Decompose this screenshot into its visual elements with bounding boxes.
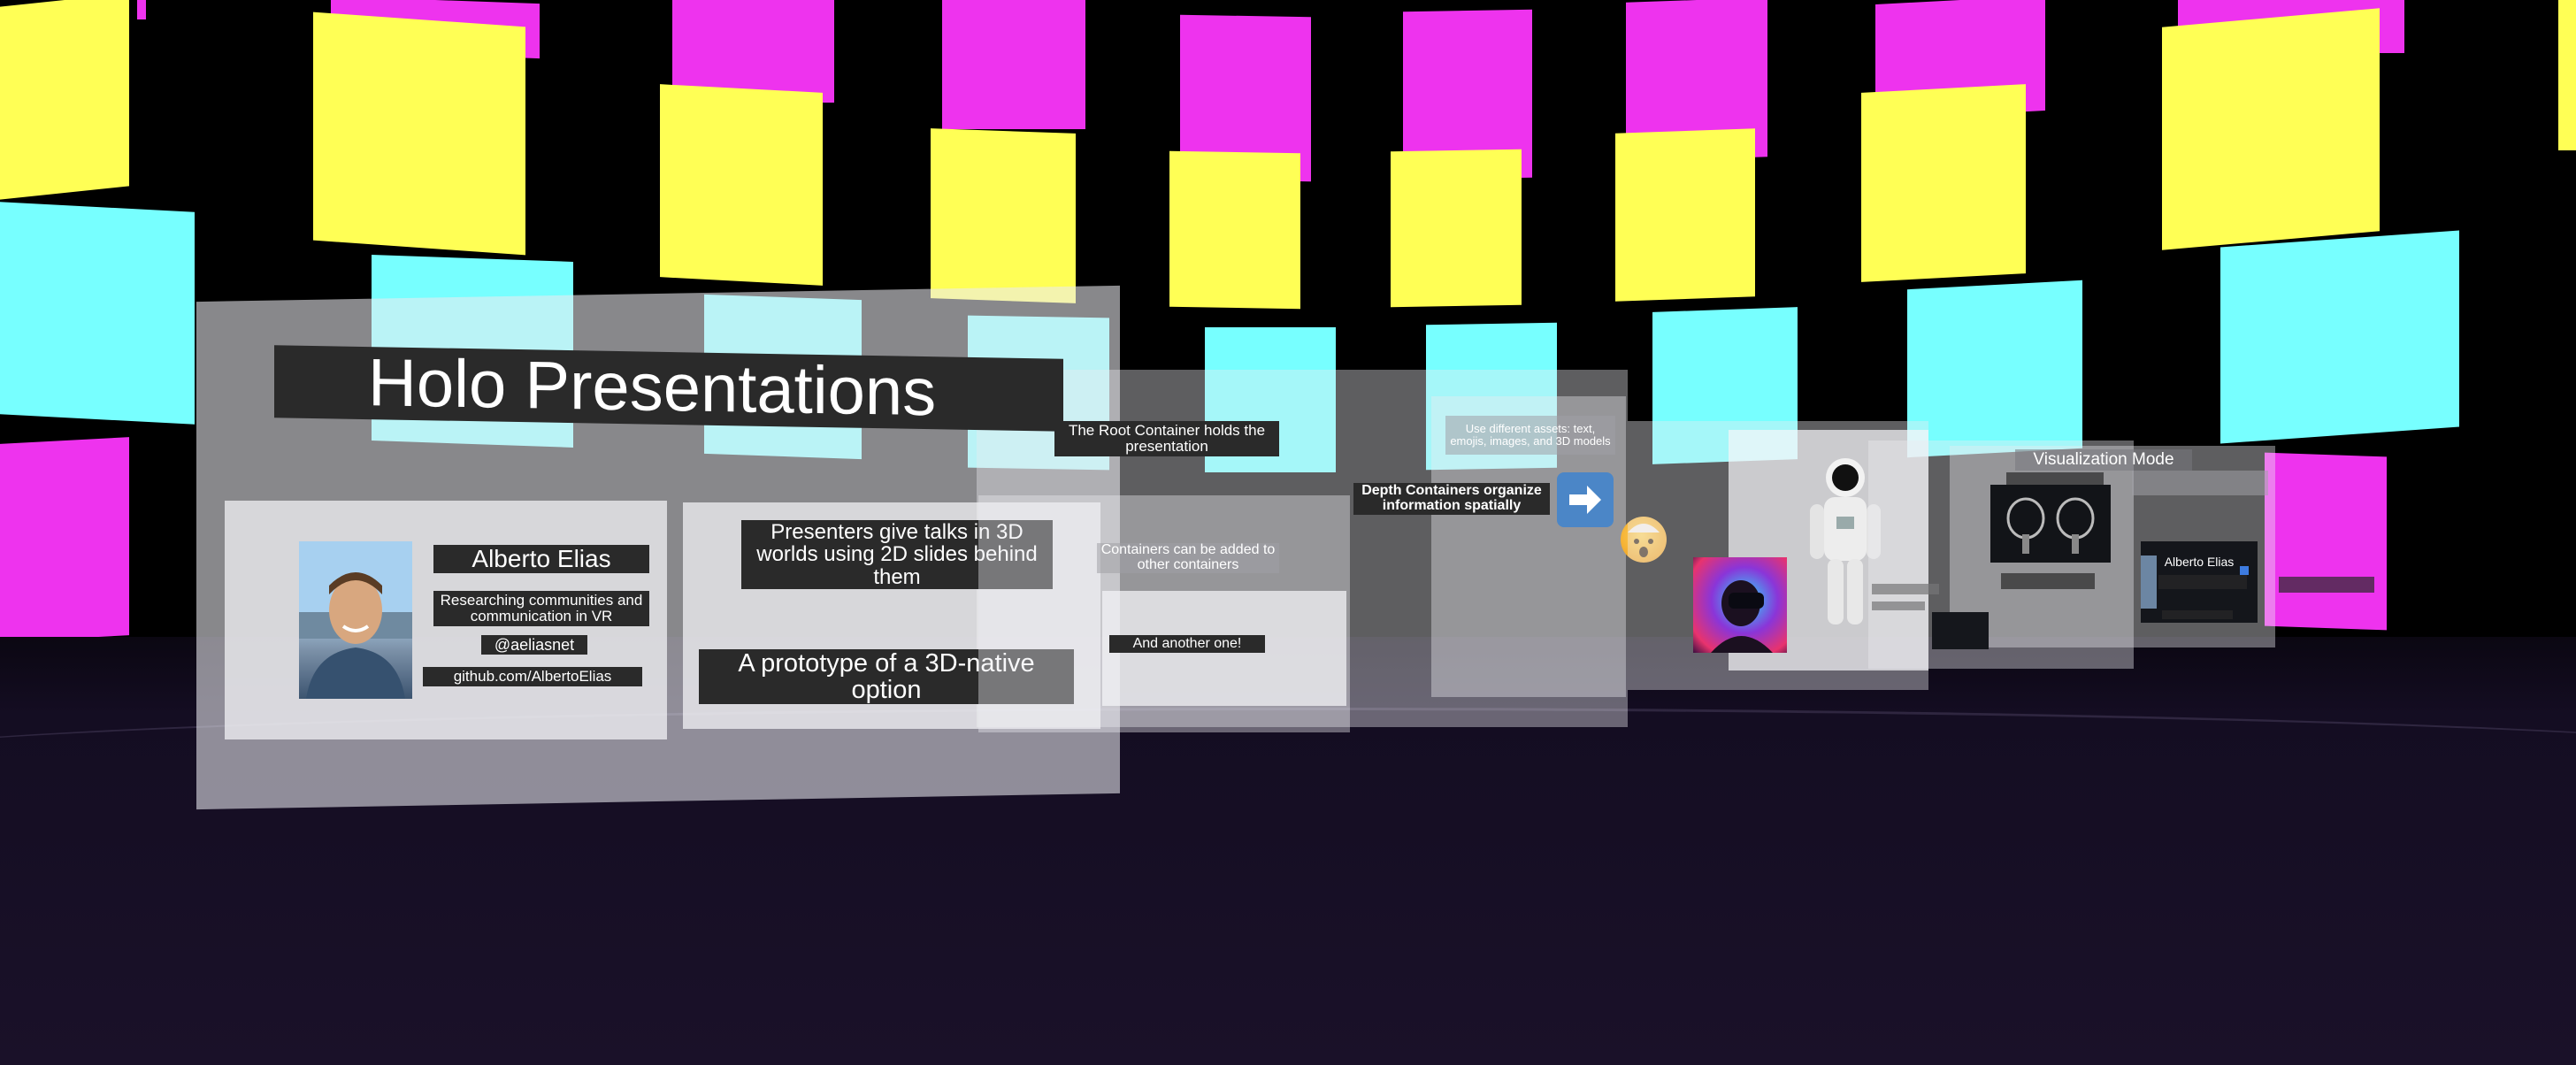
another-label: And another one! — [1109, 635, 1265, 653]
vr-user-silhouette-icon — [1711, 580, 1773, 653]
far-speaker-caption — [2162, 610, 2233, 619]
wall-tile — [1615, 128, 1755, 302]
presentation-title: Holo Presentations — [274, 345, 1063, 432]
wall-tile — [0, 0, 129, 200]
speaker-name-text: Alberto Elias — [472, 545, 611, 573]
wall-tile — [2162, 8, 2380, 250]
wall-tile — [942, 0, 1085, 129]
speaker-name: Alberto Elias — [433, 545, 649, 573]
far-blue-marker — [2240, 566, 2249, 575]
speaker-github-link[interactable]: github.com/AlbertoElias — [423, 667, 642, 686]
assets-label: Use different assets: text, emojis, imag… — [1445, 416, 1615, 455]
speaker-handle-text: @aeliasnet — [494, 635, 575, 654]
far-caption — [2279, 577, 2374, 593]
wall-tile — [2220, 230, 2459, 444]
vr-headset-image-icon — [1693, 557, 1787, 653]
wall-tile — [137, 0, 146, 19]
wall-tile — [0, 437, 129, 642]
far-speaker-caption — [2158, 575, 2247, 589]
root-container-text: The Root Container holds the presentatio… — [1068, 422, 1266, 455]
wall-tile — [0, 202, 195, 425]
far-speaker-name: Alberto Elias — [2153, 554, 2245, 570]
wall-tile — [931, 128, 1076, 303]
presentation-title-text: Holo Presentations — [368, 345, 937, 431]
wall-tile — [660, 84, 823, 286]
wall-tile — [2558, 0, 2576, 150]
visualization-caption — [2132, 471, 2268, 495]
wall-tile — [313, 11, 525, 256]
visualization-mode-title: Visualization Mode — [2015, 449, 2192, 471]
containers-nested-text: Containers can be added to other contain… — [1100, 542, 1276, 572]
wall-tile — [1907, 280, 2082, 458]
another-text: And another one! — [1132, 635, 1242, 651]
depth-containers-text: Depth Containers organize information sp… — [1361, 483, 1542, 513]
assets-text: Use different assets: text, emojis, imag… — [1450, 422, 1611, 448]
speaker-bio: Researching communities and communicatio… — [433, 591, 649, 626]
arrow-right-icon — [1569, 486, 1601, 514]
next-arrow-button[interactable] — [1557, 472, 1614, 527]
visualization-caption — [1932, 612, 1989, 649]
vr-scene: Holo Presentations Alberto Elias Researc… — [0, 0, 2576, 1065]
wall-tile — [1391, 149, 1522, 308]
wall-tile — [2265, 452, 2387, 631]
vr-controllers-icon — [1990, 485, 2111, 563]
far-speaker-name-text: Alberto Elias — [2164, 554, 2235, 569]
wall-tile — [1861, 84, 2026, 282]
controller-pair-icon — [2006, 497, 2095, 554]
far-speaker-avatar — [2141, 555, 2157, 609]
speaker-bio-text: Researching communities and communicatio… — [440, 592, 643, 624]
visualization-mode-text: Visualization Mode — [2033, 450, 2174, 470]
speaker-avatar — [299, 541, 412, 699]
speaker-handle: @aeliasnet — [481, 635, 587, 655]
wall-tile — [1169, 150, 1300, 310]
containers-nested-label: Containers can be added to other contain… — [1097, 542, 1279, 573]
person-photo-icon — [299, 541, 412, 699]
visualization-caption — [2001, 573, 2095, 589]
speaker-github-text[interactable]: github.com/AlbertoElias — [454, 669, 612, 685]
root-container-label: The Root Container holds the presentatio… — [1054, 421, 1279, 456]
depth-containers-label: Depth Containers organize information sp… — [1353, 483, 1550, 515]
